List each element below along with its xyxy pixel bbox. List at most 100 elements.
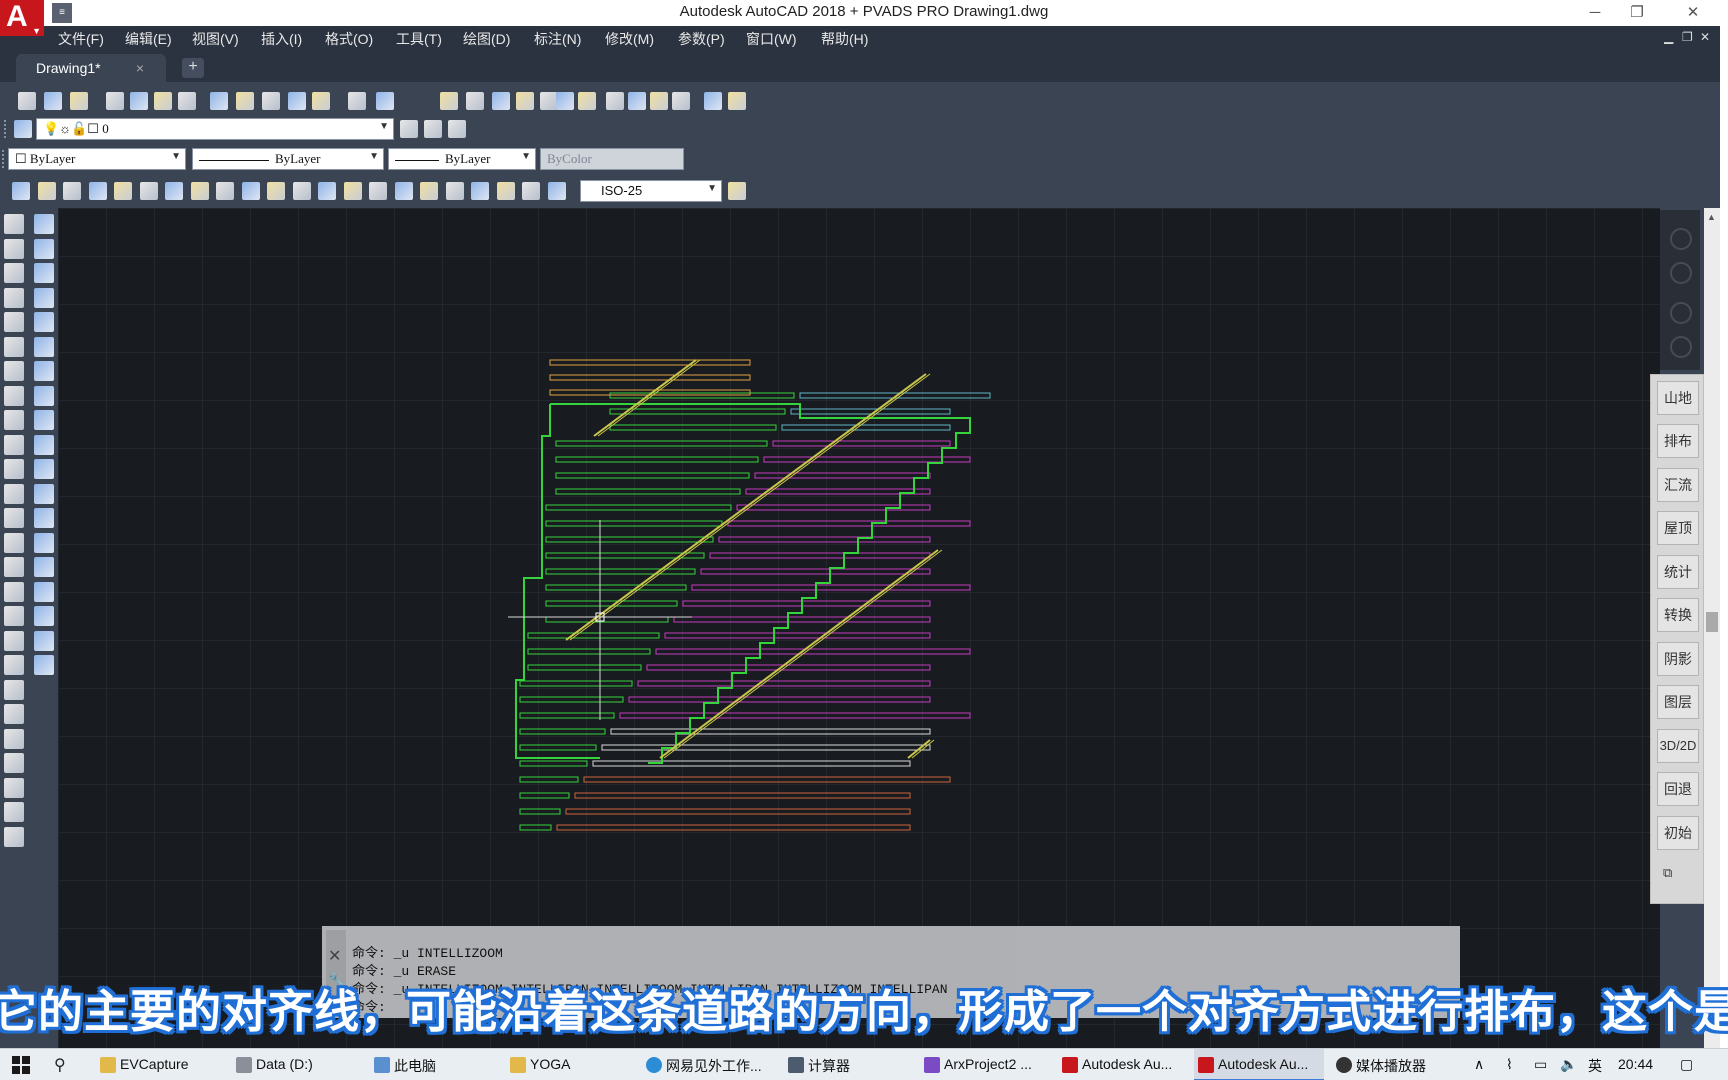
draw-tool-icon[interactable] bbox=[4, 361, 24, 381]
draw-tool-icon[interactable] bbox=[4, 679, 24, 700]
dimstyle-combo[interactable]: ISO-25 ▼ bbox=[580, 180, 722, 202]
draw-tool-icon[interactable] bbox=[4, 606, 24, 626]
taskbar-item-arxproject[interactable]: ArxProject2 ... bbox=[920, 1049, 1050, 1080]
new-tab-button[interactable]: + bbox=[182, 58, 204, 78]
draw-tool-icon[interactable] bbox=[34, 214, 54, 234]
drawing-canvas[interactable] bbox=[58, 208, 1660, 1048]
draw-tool-icon[interactable] bbox=[4, 508, 24, 528]
standard-tool-icon[interactable] bbox=[18, 92, 36, 110]
draw-tool-icon[interactable] bbox=[4, 459, 24, 479]
menu-file[interactable]: 文件(F) bbox=[58, 29, 104, 49]
taskbar-item-this-pc[interactable]: 此电脑 bbox=[370, 1049, 490, 1080]
draw-tool-icon[interactable] bbox=[4, 753, 24, 773]
standard-tool-icon[interactable] bbox=[288, 92, 306, 110]
dimension-tool-icon[interactable] bbox=[420, 182, 438, 200]
menu-help[interactable]: 帮助(H) bbox=[821, 29, 868, 49]
standard-tool-icon[interactable] bbox=[704, 92, 722, 110]
menu-edit[interactable]: 编辑(E) bbox=[125, 29, 172, 49]
taskbar-item-browser[interactable]: 网易见外工作... bbox=[642, 1049, 772, 1080]
linetype-combo[interactable]: ByLayer ▼ bbox=[192, 148, 384, 170]
standard-tool-icon[interactable] bbox=[728, 92, 746, 110]
draw-tool-icon[interactable] bbox=[34, 410, 54, 430]
dimension-tool-icon[interactable] bbox=[88, 182, 107, 200]
dimension-tool-icon[interactable] bbox=[343, 182, 362, 200]
draw-tool-icon[interactable] bbox=[34, 434, 54, 455]
pan-icon[interactable] bbox=[1670, 302, 1692, 324]
dimension-tool-icon[interactable] bbox=[445, 182, 464, 200]
chevron-up-icon[interactable]: ∧ bbox=[1474, 1056, 1484, 1073]
clock[interactable]: 20:44 bbox=[1618, 1056, 1653, 1072]
menu-dimension[interactable]: 标注(N) bbox=[534, 29, 581, 49]
draw-tool-icon[interactable] bbox=[4, 655, 24, 675]
draw-tool-icon[interactable] bbox=[4, 385, 24, 406]
toolbar-grip[interactable] bbox=[2, 150, 6, 168]
menu-format[interactable]: 格式(O) bbox=[325, 29, 373, 49]
standard-tool-icon[interactable] bbox=[130, 92, 148, 110]
draw-tool-icon[interactable] bbox=[4, 630, 24, 651]
dimension-tool-icon[interactable] bbox=[292, 182, 311, 200]
dimension-tool-icon[interactable] bbox=[114, 182, 132, 200]
draw-tool-icon[interactable] bbox=[4, 826, 24, 847]
color-combo[interactable]: ☐ ByLayer ▼ bbox=[8, 148, 186, 170]
draw-tool-icon[interactable] bbox=[4, 483, 24, 504]
standard-tool-icon[interactable] bbox=[650, 92, 668, 110]
dimension-tool-icon[interactable] bbox=[63, 182, 81, 200]
layout-button[interactable]: 排布 bbox=[1657, 424, 1699, 458]
toolbar-grip[interactable] bbox=[4, 120, 8, 138]
taskbar-item-media-player[interactable]: 媒体播放器 bbox=[1332, 1049, 1462, 1080]
steering-wheel-icon[interactable] bbox=[1670, 262, 1692, 284]
dimension-style-icon[interactable] bbox=[728, 182, 746, 200]
standard-tool-icon[interactable] bbox=[492, 92, 510, 110]
windows-start-icon[interactable] bbox=[12, 1056, 30, 1074]
taskbar-item-calculator[interactable]: 计算器 bbox=[784, 1049, 904, 1080]
standard-tool-icon[interactable] bbox=[628, 92, 646, 110]
standard-tool-icon[interactable] bbox=[440, 92, 458, 110]
restore-button[interactable]: ❐ bbox=[1614, 2, 1660, 24]
doc-close-button[interactable]: ✕ bbox=[1700, 30, 1710, 44]
draw-tool-icon[interactable] bbox=[34, 336, 54, 357]
dimension-tool-icon[interactable] bbox=[394, 182, 413, 200]
draw-tool-icon[interactable] bbox=[4, 704, 24, 724]
menu-modify[interactable]: 修改(M) bbox=[605, 29, 654, 49]
standard-tool-icon[interactable] bbox=[44, 92, 62, 110]
draw-tool-icon[interactable] bbox=[4, 410, 24, 430]
standard-tool-icon[interactable] bbox=[672, 92, 690, 110]
dimension-tool-icon[interactable] bbox=[37, 182, 56, 200]
standard-tool-icon[interactable] bbox=[578, 92, 596, 110]
taskbar-item-autocad-2[interactable]: Autodesk Au... bbox=[1194, 1049, 1324, 1080]
undo-button[interactable]: 回退 bbox=[1657, 772, 1699, 806]
dimension-tool-icon[interactable] bbox=[267, 182, 285, 200]
viewcube-icon[interactable] bbox=[1670, 228, 1692, 250]
draw-tool-icon[interactable] bbox=[34, 459, 54, 479]
panel-pin-icon[interactable]: ⧉ bbox=[1663, 865, 1672, 881]
standard-tool-icon[interactable] bbox=[606, 92, 624, 110]
zoom-icon[interactable] bbox=[1670, 336, 1692, 358]
draw-tool-icon[interactable] bbox=[34, 581, 54, 602]
layer-combo[interactable]: 💡☼🔓☐ 0 ▼ bbox=[36, 118, 394, 140]
taskbar-item-autocad-1[interactable]: Autodesk Au... bbox=[1058, 1049, 1184, 1080]
draw-tool-icon[interactable] bbox=[34, 532, 54, 553]
standard-tool-icon[interactable] bbox=[376, 92, 394, 110]
draw-tool-icon[interactable] bbox=[34, 385, 54, 406]
draw-tool-icon[interactable] bbox=[4, 287, 24, 308]
standard-tool-icon[interactable] bbox=[312, 92, 330, 110]
taskbar-item-yoga[interactable]: YOGA bbox=[506, 1049, 626, 1080]
menu-insert[interactable]: 插入(I) bbox=[261, 29, 302, 49]
application-menu-button[interactable]: A ▼ bbox=[0, 0, 44, 36]
dimension-tool-icon[interactable] bbox=[547, 182, 566, 200]
vertical-scrollbar[interactable]: ▲ bbox=[1704, 208, 1720, 1048]
draw-tool-icon[interactable] bbox=[4, 336, 24, 357]
convert-button[interactable]: 转换 bbox=[1657, 598, 1699, 632]
layer-properties-icon[interactable] bbox=[14, 120, 32, 138]
standard-tool-icon[interactable] bbox=[236, 92, 254, 110]
draw-tool-icon[interactable] bbox=[34, 557, 54, 577]
standard-tool-icon[interactable] bbox=[348, 92, 366, 110]
dimension-tool-icon[interactable] bbox=[12, 182, 30, 200]
shadow-button[interactable]: 阴影 bbox=[1657, 642, 1699, 676]
tab-drawing1[interactable]: Drawing1* × bbox=[16, 54, 166, 82]
draw-tool-icon[interactable] bbox=[34, 361, 54, 381]
dimension-tool-icon[interactable] bbox=[165, 182, 183, 200]
terrain-button[interactable]: 山地 bbox=[1657, 381, 1699, 415]
menu-draw[interactable]: 绘图(D) bbox=[463, 29, 510, 49]
notification-icon[interactable]: ▢ bbox=[1680, 1056, 1693, 1073]
